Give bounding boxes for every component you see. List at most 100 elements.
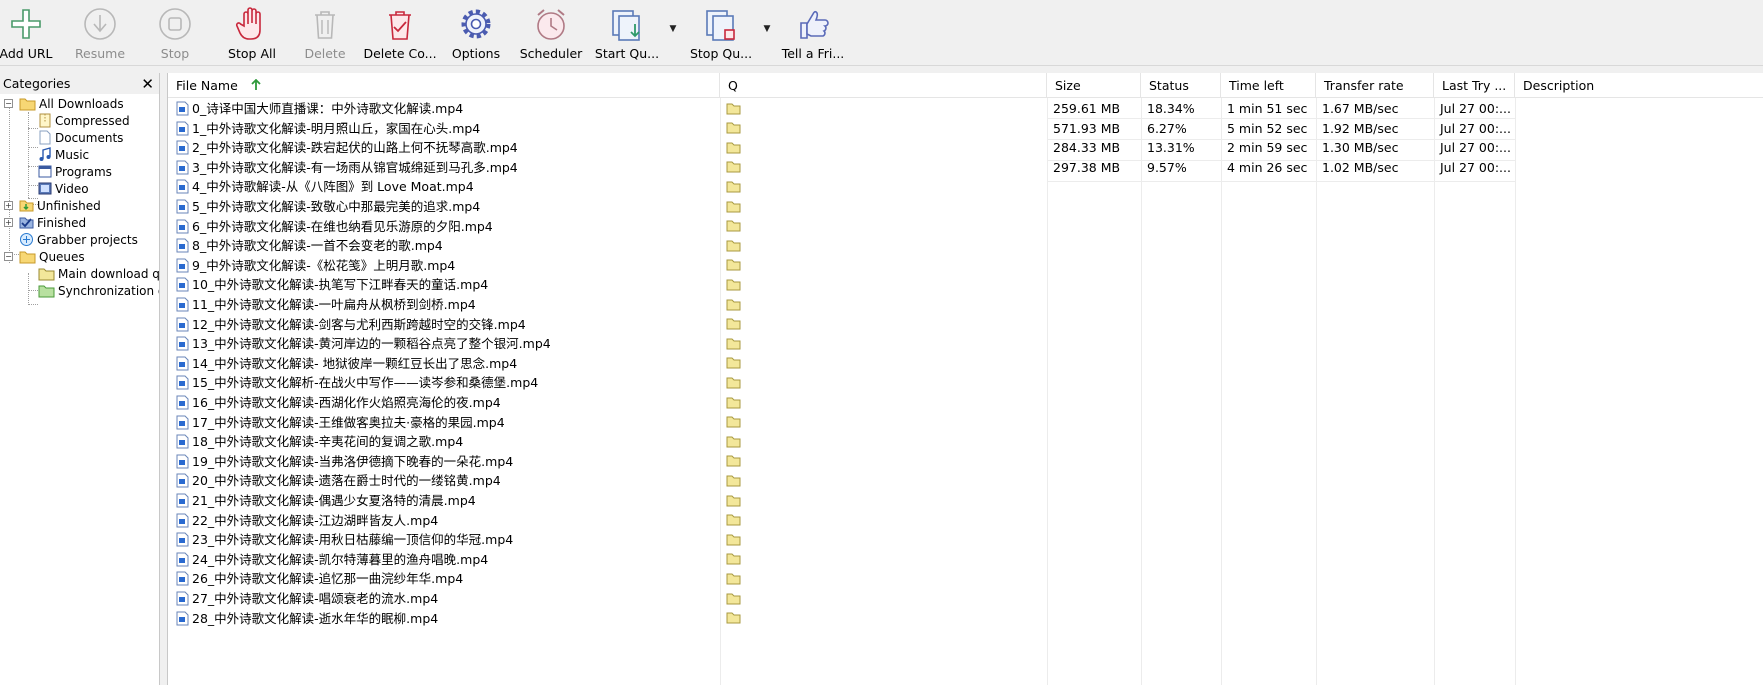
table-row[interactable]: 12_中外诗歌文化解读-剑客与尤利西斯跨越时空的交锋.mp4 [168, 314, 1763, 335]
table-row[interactable]: 15_中外诗歌文化解析-在战火中写作——读岑参和桑德堡.mp4 [168, 372, 1763, 393]
tell-friend-button[interactable]: Tell a Fri... [780, 0, 846, 66]
table-row[interactable]: 22_中外诗歌文化解读-江边湖畔皆友人.mp4 [168, 510, 1763, 531]
video-file-icon [176, 297, 189, 312]
collapse-queues[interactable]: − [4, 252, 13, 261]
video-file-icon [176, 238, 189, 253]
file-name-cell: 5_中外诗歌文化解读-致敬心中那最完美的追求.mp4 [176, 196, 711, 217]
file-name-text: 18_中外诗歌文化解读-辛夷花间的复调之歌.mp4 [192, 434, 464, 450]
table-row[interactable]: 20_中外诗歌文化解读-遗落在爵士时代的一缕铭黄.mp4 [168, 470, 1763, 491]
file-name-text: 14_中外诗歌文化解读- 地狱彼岸一颗红豆长出了思念.mp4 [192, 355, 518, 371]
stop-button[interactable]: Stop [150, 0, 200, 66]
table-row[interactable]: 10_中外诗歌文化解读-执笔写下江畔春天的童话.mp4 [168, 274, 1763, 295]
expand-finished[interactable]: + [4, 218, 13, 227]
table-row[interactable]: 26_中外诗歌文化解读-追忆那一曲浣纱年华.mp4 [168, 568, 1763, 589]
queue-folder-icon [726, 318, 741, 330]
file-name-text: 11_中外诗歌文化解读-一叶扁舟从枫桥到剑桥.mp4 [192, 297, 476, 312]
table-row[interactable]: 6_中外诗歌文化解读-在维也纳看见乐游原的夕阳.mp4 [168, 216, 1763, 237]
close-icon[interactable]: ✕ [141, 76, 154, 91]
table-row[interactable]: 17_中外诗歌文化解读-王维做客奥拉夫·豪格的果园.mp4 [168, 412, 1763, 433]
table-row[interactable]: 3_中外诗歌文化解读-有一场雨从锦官城绵延到马孔多.mp4 297.38 MB 9.… [168, 157, 1763, 178]
tree-label: Queues [39, 249, 85, 264]
table-row[interactable]: 18_中外诗歌文化解读-辛夷花间的复调之歌.mp4 [168, 431, 1763, 452]
column-header-q[interactable]: Q [720, 73, 1047, 98]
video-file-icon [176, 571, 189, 586]
program-window-icon [38, 165, 52, 178]
table-row[interactable]: 27_中外诗歌文化解读-唱颂衰老的流水.mp4 [168, 588, 1763, 609]
transfer-rate-cell: 1.30 MB/sec [1322, 140, 1399, 156]
delete-completed-button[interactable]: Delete Co... [363, 0, 437, 66]
collapse-all-downloads[interactable]: − [4, 99, 13, 108]
grabber-icon [20, 233, 33, 246]
table-row[interactable]: 8_中外诗歌文化解读-一首不会变老的歌.mp4 [168, 235, 1763, 256]
queue-folder-icon [38, 268, 55, 280]
queue-folder-icon [726, 514, 741, 526]
queue-cell [720, 235, 750, 256]
file-name-text: 16_中外诗歌文化解读-西湖化作火焰照亮海伦的夜.mp4 [192, 395, 501, 410]
delete-completed-label: Delete Co... [363, 46, 437, 61]
queue-cell [720, 588, 750, 609]
file-name-cell: 23_中外诗歌文化解读-用秋日枯藤编一顶信仰的华冠.mp4 [176, 529, 711, 550]
expand-unfinished[interactable]: + [4, 201, 13, 210]
table-row[interactable]: 9_中外诗歌文化解读-《松花笺》上明月歌.mp4 [168, 255, 1763, 276]
video-file-icon [176, 375, 189, 390]
table-row[interactable]: 19_中外诗歌文化解读-当弗洛伊德摘下晚春的一朵花.mp4 [168, 451, 1763, 472]
tree-synchronization-queue[interactable]: Synchronization q [38, 281, 159, 300]
column-header-last-try[interactable]: Last Try ... [1434, 73, 1515, 98]
stop-queue-button[interactable]: Stop Qu... [690, 0, 752, 66]
column-header-size[interactable]: Size [1047, 73, 1141, 98]
file-name-text: 24_中外诗歌文化解读-凯尔特薄暮里的渔舟唱晚.mp4 [192, 551, 489, 567]
table-row[interactable]: 16_中外诗歌文化解读-西湖化作火焰照亮海伦的夜.mp4 [168, 392, 1763, 413]
scheduler-button[interactable]: Scheduler [520, 0, 582, 66]
time-left-cell: 1 min 51 sec [1227, 101, 1308, 116]
video-file-icon [176, 552, 189, 567]
table-row[interactable]: 0_诗译中国大师直播课：中外诗歌文化解读.mp4 259.61 MB 18.34% 1… [168, 98, 1763, 119]
file-name-text: 1_中外诗歌文化解读-明月照山丘，家国在心头.mp4 [192, 120, 481, 136]
video-file-icon [176, 513, 189, 528]
gear-icon [461, 9, 491, 39]
queue-folder-icon [726, 377, 741, 389]
size-cell: 284.33 MB [1053, 140, 1121, 156]
last-try-cell: Jul 27 00:... [1440, 120, 1511, 136]
table-row[interactable]: 14_中外诗歌文化解读- 地狱彼岸一颗红豆长出了思念.mp4 [168, 353, 1763, 374]
tree-label: Grabber projects [37, 232, 138, 247]
stop-all-label: Stop All [228, 46, 276, 61]
column-header-description[interactable]: Description [1515, 73, 1763, 98]
start-queue-button[interactable]: Start Qu... [594, 0, 660, 66]
file-name-text: 28_中外诗歌文化解读-逝水年华的眠柳.mp4 [192, 610, 439, 626]
table-row[interactable]: 4_中外诗歌解读-从《八阵图》到 Love Moat.mp4 [168, 176, 1763, 197]
table-row[interactable]: 5_中外诗歌文化解读-致敬心中那最完美的追求.mp4 [168, 196, 1763, 217]
tree-label: Documents [55, 130, 124, 145]
time-left-cell: 2 min 59 sec [1227, 140, 1308, 156]
video-file-icon [176, 219, 189, 234]
add-url-button[interactable]: Add URL [0, 0, 53, 66]
table-row[interactable]: 11_中外诗歌文化解读-一叶扁舟从枫桥到剑桥.mp4 [168, 294, 1763, 315]
table-row[interactable]: 24_中外诗歌文化解读-凯尔特薄暮里的渔舟唱晚.mp4 [168, 549, 1763, 570]
queue-cell [720, 431, 750, 452]
queue-folder-icon [726, 593, 741, 604]
table-row[interactable]: 1_中外诗歌文化解读-明月照山丘，家国在心头.mp4 571.93 MB 6.27%… [168, 118, 1763, 139]
file-name-cell: 6_中外诗歌文化解读-在维也纳看见乐游原的夕阳.mp4 [176, 216, 711, 237]
video-file-icon [176, 160, 189, 175]
table-row[interactable]: 28_中外诗歌文化解读-逝水年华的眠柳.mp4 [168, 608, 1763, 629]
column-header-transfer-rate[interactable]: Transfer rate [1316, 73, 1434, 98]
tree-label: Main download qu [58, 266, 159, 281]
column-header-status[interactable]: Status [1141, 73, 1221, 98]
start-queue-label: Start Qu... [594, 46, 660, 61]
last-try-cell: Jul 27 00:... [1440, 159, 1511, 175]
video-file-icon [176, 532, 189, 547]
options-button[interactable]: Options [448, 0, 504, 66]
resume-button[interactable]: Resume [66, 0, 134, 66]
delete-button[interactable]: Delete [300, 0, 350, 66]
stop-queue-dropdown[interactable]: ▼ [760, 0, 774, 66]
table-row[interactable]: 21_中外诗歌文化解读-偶遇少女夏洛特的清晨.mp4 [168, 490, 1763, 511]
table-row[interactable]: 2_中外诗歌文化解读-跌宕起伏的山路上何不抚琴高歌.mp4 284.33 MB 13… [168, 137, 1763, 158]
column-header-time-left[interactable]: Time left [1221, 73, 1316, 98]
table-row[interactable]: 13_中外诗歌文化解读-黄河岸边的一颗稻谷点亮了整个银河.mp4 [168, 333, 1763, 354]
time-left-cell: 4 min 26 sec [1227, 159, 1308, 175]
column-header-file-name[interactable]: File Name [168, 73, 720, 98]
video-file-icon [176, 101, 189, 116]
table-row[interactable]: 23_中外诗歌文化解读-用秋日枯藤编一顶信仰的华冠.mp4 [168, 529, 1763, 550]
start-queue-dropdown[interactable]: ▼ [666, 0, 680, 66]
transfer-rate-cell: 1.67 MB/sec [1322, 101, 1399, 116]
stop-all-button[interactable]: Stop All [224, 0, 280, 66]
